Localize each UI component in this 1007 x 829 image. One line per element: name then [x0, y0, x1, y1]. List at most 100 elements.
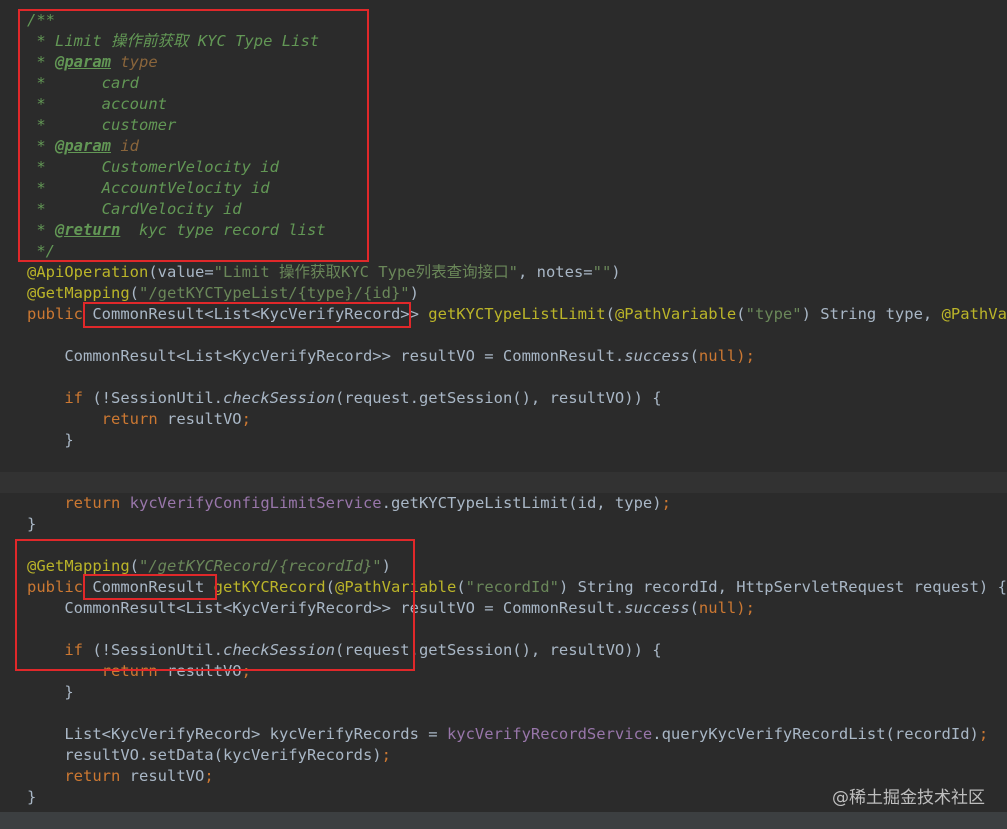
code-token: @PathVariable [614, 305, 737, 323]
code-token: return [101, 410, 158, 428]
code-line[interactable]: * AccountVelocity id [0, 178, 1007, 199]
code-line[interactable]: /** [0, 10, 1007, 31]
code-token: return [101, 662, 158, 680]
code-line[interactable]: * card [0, 73, 1007, 94]
code-token: } [27, 515, 37, 533]
code-token: return [64, 494, 121, 512]
code-token: @PathVariable [334, 578, 457, 596]
code-token: @param [55, 137, 111, 155]
code-token: ( [689, 347, 699, 365]
code-line[interactable]: if (!SessionUtil.checkSession(request.ge… [0, 640, 1007, 661]
code-line[interactable] [0, 451, 1007, 472]
code-token: ( [129, 557, 139, 575]
code-line[interactable] [0, 472, 1007, 493]
code-token: "" [592, 263, 612, 281]
code-line[interactable]: } [0, 430, 1007, 451]
code-line[interactable] [0, 703, 1007, 724]
code-token: ; [241, 410, 251, 428]
code-token: type [111, 53, 158, 71]
code-line[interactable] [0, 325, 1007, 346]
code-token: * [27, 53, 55, 71]
code-token: CommonResult<List<KycVerifyRecord>> [92, 305, 429, 323]
code-token: null [698, 599, 737, 617]
code-token: kycVerifyRecordService [446, 725, 653, 743]
code-token: * [27, 221, 55, 239]
code-token: ) String type, [801, 305, 942, 323]
code-line[interactable]: resultVO.setData(kycVerifyRecords); [0, 745, 1007, 766]
code-token: ; [978, 725, 989, 743]
code-token: (value= [148, 263, 214, 281]
code-line[interactable]: * @param type [0, 52, 1007, 73]
code-line[interactable]: List<KycVerifyRecord> kycVerifyRecords =… [0, 724, 1007, 745]
code-line[interactable]: * Limit 操作前获取 KYC Type List [0, 31, 1007, 52]
code-token: "type" [745, 305, 802, 323]
horizontal-scrollbar[interactable] [0, 812, 1007, 829]
code-line[interactable]: if (!SessionUtil.checkSession(request.ge… [0, 388, 1007, 409]
code-token: ) String recordId, HttpServletRequest re… [558, 578, 1007, 596]
code-editor[interactable]: /** * Limit 操作前获取 KYC Type List * @param… [0, 0, 1007, 829]
code-token: .getKYCTypeListLimit(id, type) [381, 494, 662, 512]
code-token: (!SessionUtil. [83, 389, 223, 407]
code-line[interactable] [0, 367, 1007, 388]
code-line[interactable]: */ [0, 241, 1007, 262]
code-token: ( [456, 578, 466, 596]
code-line[interactable]: * customer [0, 115, 1007, 136]
code-token: public [27, 578, 93, 596]
code-token: ; [381, 746, 391, 764]
code-token: "/getKYCTypeList/{type}/{id}" [139, 284, 410, 302]
code-token: @PathVariable [941, 305, 1007, 323]
code-line[interactable]: CommonResult<List<KycVerifyRecord>> resu… [0, 346, 1007, 367]
code-line[interactable]: } [0, 514, 1007, 535]
code-line[interactable]: public CommonResult getKYCRecord(@PathVa… [0, 577, 1007, 598]
code-token: ( [325, 578, 335, 596]
code-token: CommonResult [92, 578, 214, 596]
code-token: , notes= [517, 263, 593, 281]
code-token: ( [605, 305, 615, 323]
code-token: * [27, 137, 55, 155]
code-token: resultVO.setData(kycVerifyRecords) [27, 746, 382, 764]
code-line[interactable]: } [0, 682, 1007, 703]
code-line[interactable]: * @return kyc type record list [0, 220, 1007, 241]
code-token: ); [736, 599, 755, 617]
code-line[interactable]: * @param id [0, 136, 1007, 157]
code-token: success [624, 347, 690, 365]
code-line[interactable]: @GetMapping("/getKYCRecord/{recordId}") [0, 556, 1007, 577]
code-token: success [624, 599, 690, 617]
code-token: List<KycVerifyRecord> kycVerifyRecords = [27, 725, 447, 743]
watermark: @稀土掘金技术社区 [832, 788, 985, 808]
code-line[interactable] [0, 619, 1007, 640]
code-token: * account [27, 95, 167, 113]
code-token: ; [241, 662, 251, 680]
code-line[interactable]: return kycVerifyConfigLimitService.getKY… [0, 493, 1007, 514]
code-token: @param [55, 53, 111, 71]
code-token: ) [381, 557, 391, 575]
code-token: /** [27, 11, 55, 29]
code-token: ) [409, 284, 419, 302]
code-token: } [27, 431, 74, 449]
code-token: CommonResult<List<KycVerifyRecord>> resu… [27, 347, 625, 365]
code-token: if [64, 389, 83, 407]
code-line[interactable]: public CommonResult<List<KycVerifyRecord… [0, 304, 1007, 325]
code-line[interactable]: return resultVO; [0, 409, 1007, 430]
code-token: ( [736, 305, 746, 323]
code-line[interactable]: * account [0, 94, 1007, 115]
code-line[interactable]: return resultVO; [0, 661, 1007, 682]
code-line[interactable]: @ApiOperation(value="Limit 操作获取KYC Type列… [0, 262, 1007, 283]
code-token: @ApiOperation [27, 263, 149, 281]
code-token: (!SessionUtil. [83, 641, 223, 659]
code-line[interactable]: @GetMapping("/getKYCTypeList/{type}/{id}… [0, 283, 1007, 304]
code-line[interactable]: CommonResult<List<KycVerifyRecord>> resu… [0, 598, 1007, 619]
code-token: id [111, 137, 139, 155]
code-line[interactable]: * CustomerVelocity id [0, 157, 1007, 178]
code-line[interactable] [0, 535, 1007, 556]
code-token: @return [55, 221, 121, 239]
code-token: * CustomerVelocity id [27, 158, 279, 176]
code-line[interactable]: * CardVelocity id [0, 199, 1007, 220]
code-token: resultVO [157, 410, 242, 428]
code-token: } [27, 788, 37, 806]
